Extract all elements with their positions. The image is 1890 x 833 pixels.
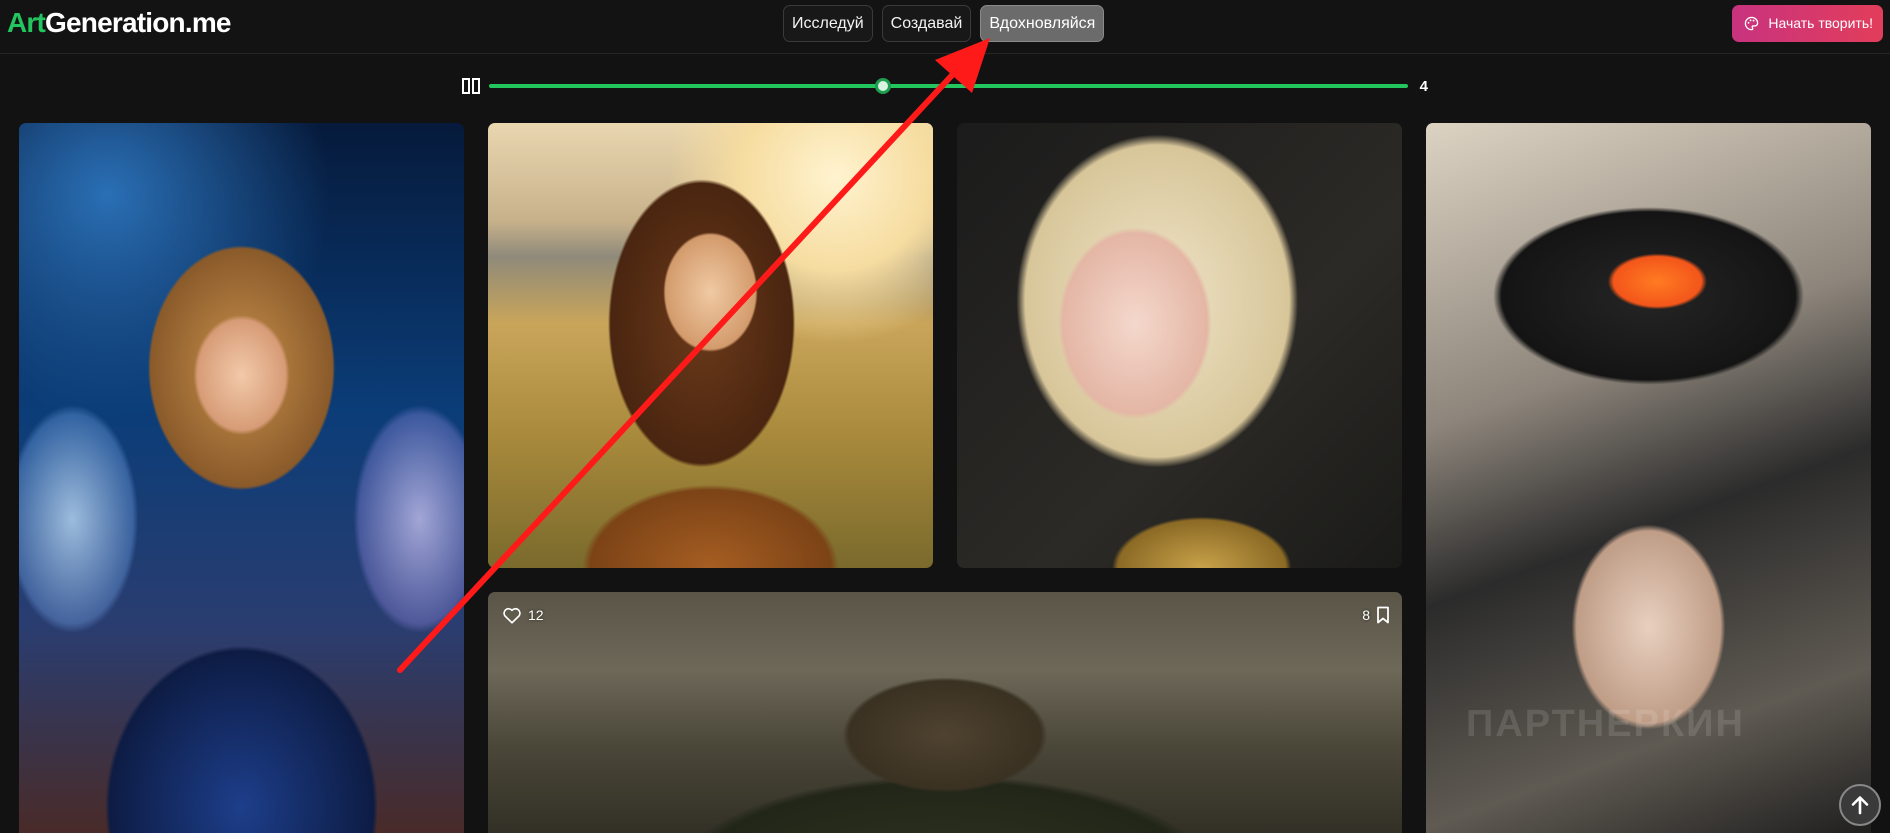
- gallery-card-blonde[interactable]: [957, 123, 1402, 568]
- fairy-image: [19, 123, 464, 833]
- slider-thumb[interactable]: [874, 78, 891, 94]
- like-count: 12: [528, 607, 544, 623]
- cta-label: Начать творить!: [1768, 15, 1873, 31]
- scroll-to-top-button[interactable]: [1839, 784, 1881, 826]
- gallery-card-bird-woman[interactable]: ПАРТНЕРКИН: [1426, 123, 1871, 833]
- slider-track[interactable]: [489, 78, 1408, 94]
- watermark: ПАРТНЕРКИН: [1466, 703, 1745, 745]
- logo-art: Art: [7, 7, 46, 38]
- bookmark-icon: [1377, 606, 1389, 624]
- like-counter[interactable]: 12: [502, 606, 544, 624]
- save-count: 8: [1362, 607, 1370, 623]
- main-nav: Исследуй Создавай Вдохновляйся: [783, 5, 1105, 42]
- site-logo[interactable]: ArtGeneration.me: [7, 6, 232, 40]
- blonde-image: [957, 123, 1402, 568]
- top-navbar: ArtGeneration.me Исследуй Создавай Вдохн…: [0, 0, 1890, 54]
- column-count-slider: 4: [462, 74, 1428, 98]
- logo-generation: Generation.me: [45, 7, 231, 38]
- nav-explore-button[interactable]: Исследуй: [783, 5, 873, 42]
- arrow-up-icon: [1851, 796, 1869, 815]
- gallery-card-castle[interactable]: 12 8: [488, 592, 1402, 833]
- nav-inspire-button[interactable]: Вдохновляйся: [980, 5, 1105, 42]
- palette-icon: [1745, 16, 1759, 31]
- columns-icon[interactable]: [462, 78, 480, 94]
- start-creating-button[interactable]: Начать творить!: [1732, 5, 1883, 42]
- nav-create-button[interactable]: Создавай: [881, 5, 972, 42]
- country-girl-image: [488, 123, 933, 568]
- gallery-card-country-girl[interactable]: [488, 123, 933, 568]
- save-counter[interactable]: 8: [1362, 606, 1390, 624]
- gallery-card-fairy[interactable]: [19, 123, 464, 833]
- column-count-value: 4: [1419, 78, 1428, 95]
- castle-image: [488, 592, 1402, 833]
- heart-icon: [503, 607, 521, 624]
